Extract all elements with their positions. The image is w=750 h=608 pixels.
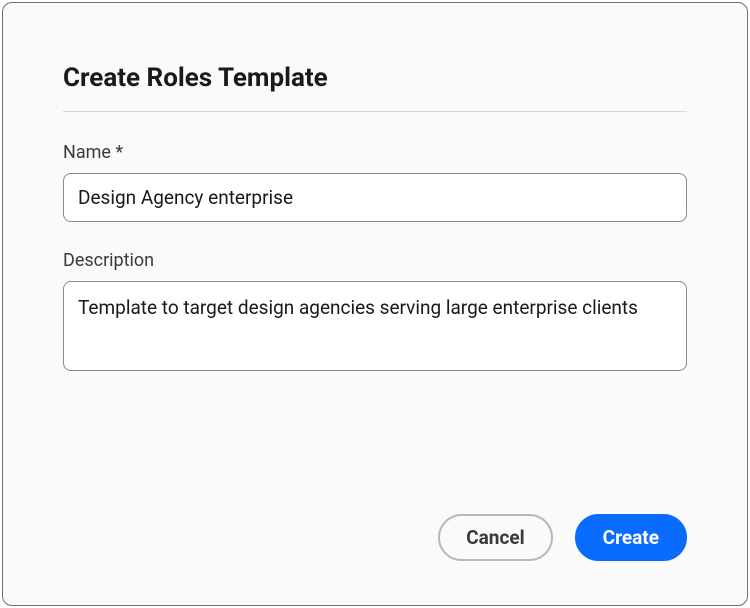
create-button[interactable]: Create: [575, 514, 687, 561]
dialog-title: Create Roles Template: [63, 63, 687, 93]
cancel-button[interactable]: Cancel: [438, 514, 552, 561]
description-field-group: Description: [63, 250, 687, 375]
description-label: Description: [63, 250, 687, 271]
name-label: Name *: [63, 142, 687, 163]
create-roles-template-dialog: Create Roles Template Name * Description…: [2, 2, 748, 606]
divider: [63, 111, 687, 112]
name-field-group: Name *: [63, 142, 687, 222]
name-input[interactable]: [63, 173, 687, 222]
description-input[interactable]: [63, 281, 687, 371]
button-row: Cancel Create: [438, 514, 687, 561]
